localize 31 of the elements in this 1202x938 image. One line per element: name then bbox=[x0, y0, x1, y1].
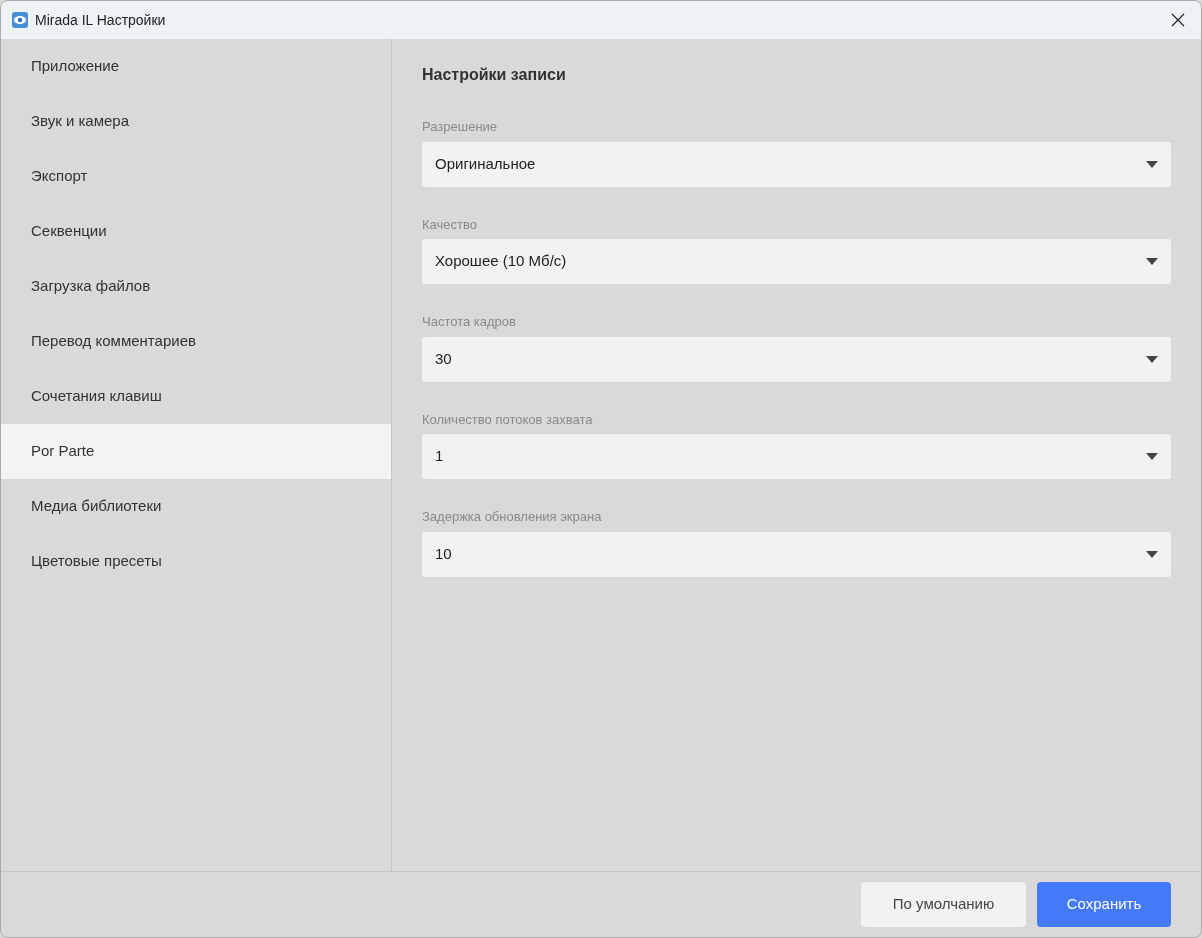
sidebar-item[interactable]: Цветовые пресеты bbox=[1, 534, 391, 589]
app-logo-icon bbox=[11, 11, 29, 29]
field-label: Разрешение bbox=[422, 118, 499, 136]
field-label: Количество потоков захвата bbox=[422, 410, 594, 429]
dropdown-field[interactable]: 10 bbox=[422, 531, 1171, 577]
sidebar-item[interactable]: Приложение bbox=[1, 39, 391, 94]
save-button[interactable]: Сохранить bbox=[1037, 882, 1171, 927]
caret-icon bbox=[1146, 258, 1158, 265]
sidebar-item[interactable]: Звук и камера bbox=[1, 94, 391, 149]
window-title: Mirada IL Настройки bbox=[35, 10, 166, 30]
dropdown-field[interactable]: 30 bbox=[422, 336, 1171, 382]
sidebar-item[interactable]: Перевод комментариев bbox=[1, 314, 391, 369]
dropdown-field[interactable]: Хорошее (10 Мб/с) bbox=[422, 239, 1171, 284]
section-title: Настройки записи bbox=[422, 65, 567, 85]
caret-icon bbox=[1146, 160, 1158, 168]
caret-icon bbox=[1146, 453, 1158, 460]
sidebar-item[interactable]: Por Parte bbox=[1, 424, 391, 479]
sidebar-item[interactable]: Экспорт bbox=[1, 149, 391, 204]
caret-icon bbox=[1146, 550, 1158, 558]
caret-icon bbox=[1146, 355, 1158, 363]
default-button[interactable]: По умолчанию bbox=[861, 882, 1026, 927]
field-label: Качество bbox=[422, 215, 478, 234]
sidebar-item[interactable]: Сочетания клавиш bbox=[1, 369, 391, 424]
sidebar-item[interactable]: Медиа библиотеки bbox=[1, 479, 391, 534]
field-label: Частота кадров bbox=[422, 313, 517, 331]
sidebar-item[interactable]: Секвенции bbox=[1, 204, 391, 259]
dropdown-field[interactable]: Оригинальное bbox=[422, 141, 1171, 187]
dropdown-field[interactable]: 1 bbox=[422, 434, 1171, 479]
field-label: Задержка обновления экрана bbox=[422, 508, 603, 526]
sidebar-item[interactable]: Загрузка файлов bbox=[1, 259, 391, 314]
close-icon bbox=[1171, 13, 1185, 27]
